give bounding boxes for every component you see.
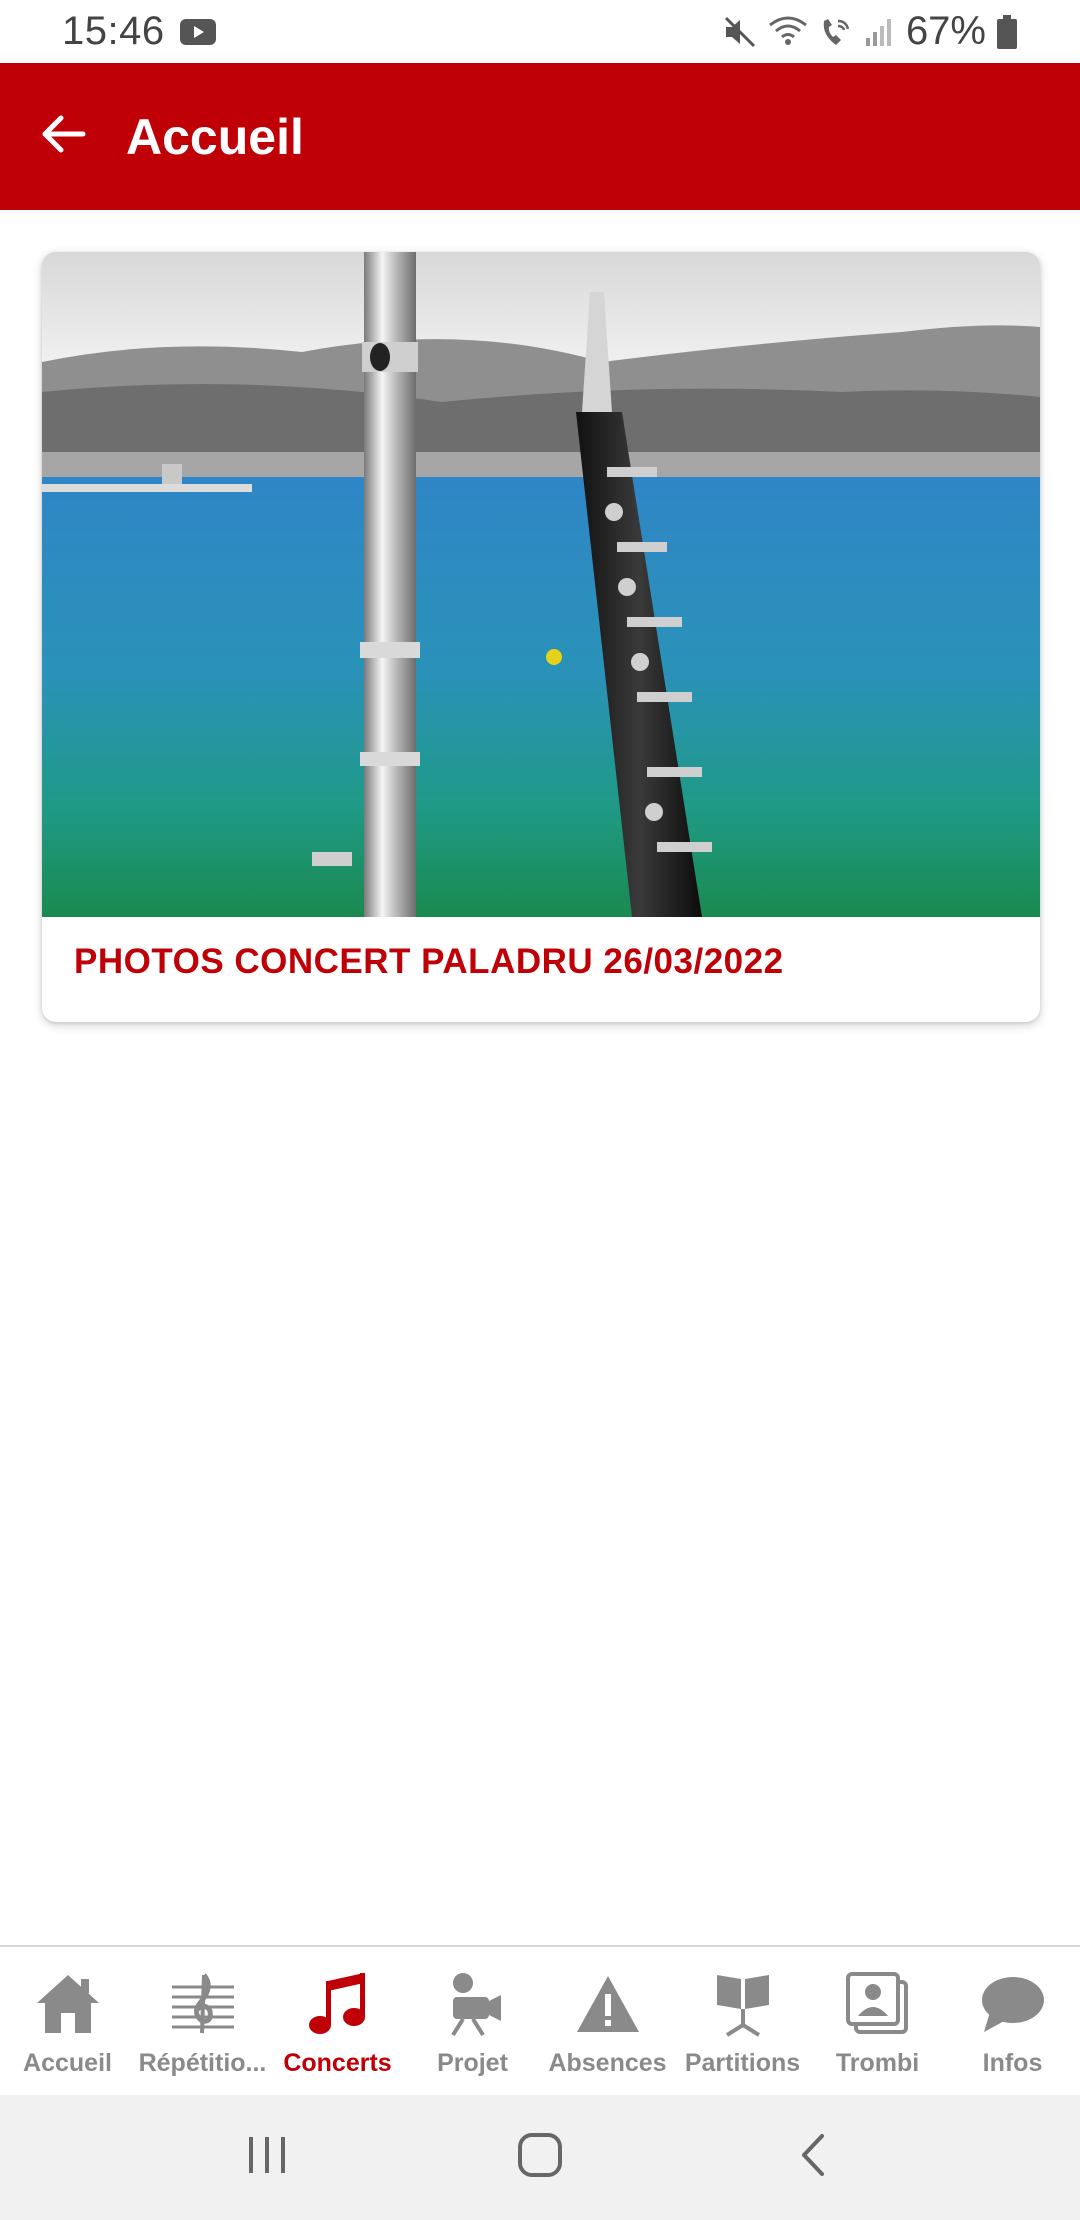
home-button[interactable] xyxy=(490,2108,590,2208)
status-left: 15:46 xyxy=(62,9,217,54)
app-bar: Accueil xyxy=(0,63,1080,210)
youtube-icon xyxy=(179,18,217,46)
mute-icon xyxy=(722,14,758,50)
nav-item-concerts[interactable]: Concerts xyxy=(270,1947,405,2095)
nav-item-absences[interactable]: Absences xyxy=(540,1947,675,2095)
battery-percent: 67% xyxy=(905,9,986,53)
concert-photo-card[interactable]: PHOTOS CONCERT PALADRU 26/03/2022 xyxy=(42,252,1040,1022)
nav-label: Répétitio... xyxy=(138,2049,267,2077)
bottom-nav: Accueil Répétitio... Concerts Projet Abs… xyxy=(0,1945,1080,2095)
nav-label: Concerts xyxy=(283,2049,392,2077)
card-image xyxy=(42,252,1040,917)
home-icon xyxy=(33,1969,103,2039)
screen: 15:46 67% Accueil PHOTOS CONCERT PALADRU… xyxy=(0,0,1080,2220)
wifi-icon xyxy=(768,15,808,49)
warning-icon xyxy=(573,1969,643,2039)
nav-item-trombi[interactable]: Trombi xyxy=(810,1947,945,2095)
home-circle-icon xyxy=(517,2132,563,2183)
nav-label: Infos xyxy=(982,2049,1043,2077)
battery-icon xyxy=(996,14,1018,50)
nav-item-accueil[interactable]: Accueil xyxy=(0,1947,135,2095)
back-button[interactable] xyxy=(0,63,126,210)
system-back-button[interactable] xyxy=(763,2108,863,2208)
music-stand-icon xyxy=(708,1969,778,2039)
music-staff-icon xyxy=(168,1969,238,2039)
nav-item-repetitions[interactable]: Répétitio... xyxy=(135,1947,270,2095)
recent-apps-icon xyxy=(245,2135,289,2180)
portrait-icon xyxy=(843,1969,913,2039)
arrow-left-icon xyxy=(39,110,87,163)
nav-label: Absences xyxy=(548,2049,667,2077)
status-bar: 15:46 67% xyxy=(0,0,1080,63)
camera-person-icon xyxy=(438,1969,508,2039)
system-nav-bar xyxy=(0,2095,1080,2220)
nav-label: Accueil xyxy=(23,2049,112,2077)
nav-label: Projet xyxy=(437,2049,508,2077)
card-title: PHOTOS CONCERT PALADRU 26/03/2022 xyxy=(74,942,784,981)
nav-item-infos[interactable]: Infos xyxy=(945,1947,1080,2095)
nav-label: Trombi xyxy=(835,2049,920,2077)
music-note-icon xyxy=(303,1969,373,2039)
chevron-left-icon xyxy=(798,2132,828,2183)
clock: 15:46 xyxy=(62,9,165,53)
status-right: 67% xyxy=(722,9,1018,54)
nav-label: Partitions xyxy=(684,2049,801,2077)
signal-icon xyxy=(864,16,896,48)
page-title: Accueil xyxy=(126,108,304,165)
recent-apps-button[interactable] xyxy=(217,2108,317,2208)
wifi-call-icon xyxy=(818,15,854,49)
chat-bubble-icon xyxy=(978,1969,1048,2039)
nav-item-partitions[interactable]: Partitions xyxy=(675,1947,810,2095)
nav-item-projet[interactable]: Projet xyxy=(405,1947,540,2095)
